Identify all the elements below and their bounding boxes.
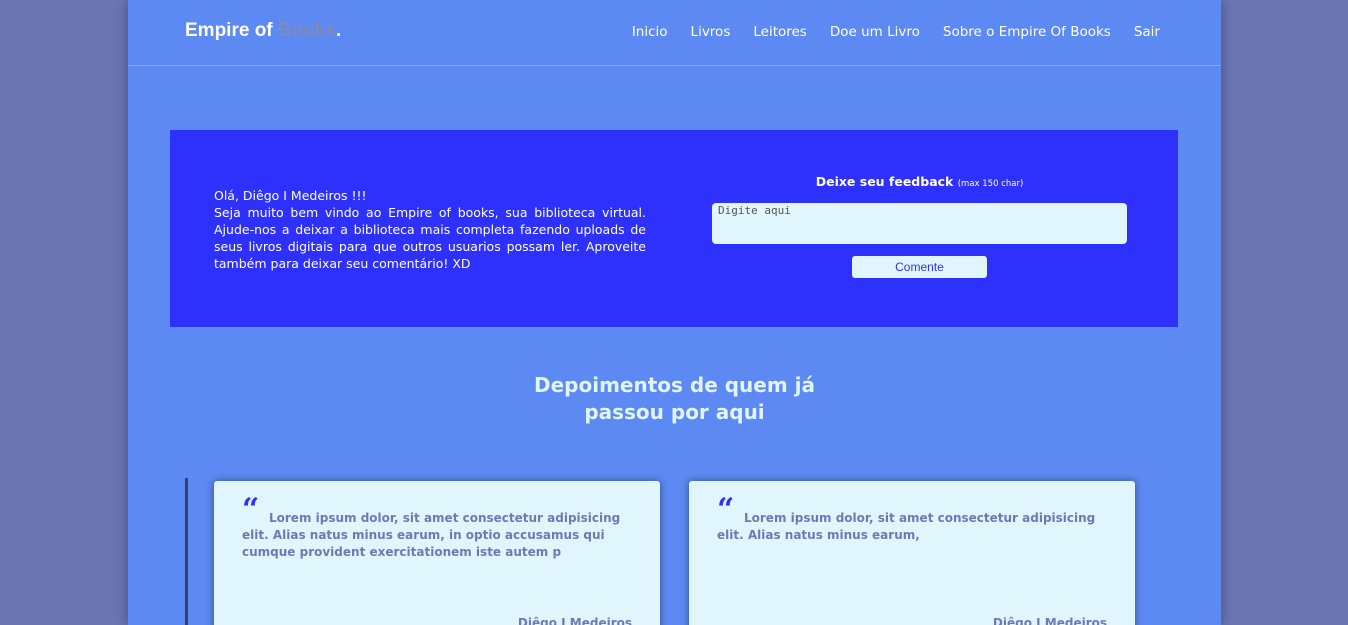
feedback-limit: (max 150 char) <box>957 179 1024 189</box>
testimonial-card: “ Lorem ipsum dolor, sit amet consectetu… <box>214 481 660 625</box>
nav-link-inicio[interactable]: Inicio <box>632 24 668 40</box>
welcome-message: Olá, Diêgo I Medeiros !!! Seja muito bem… <box>214 187 646 272</box>
nav-link-sobre[interactable]: Sobre o Empire Of Books <box>943 24 1111 40</box>
page-container: Empire of Books. Inicio Livros Leitores … <box>128 0 1221 625</box>
brand-suffix: . <box>335 20 342 41</box>
testimonials-title-line1: Depoimentos de quem já <box>533 372 815 397</box>
navbar: Empire of Books. Inicio Livros Leitores … <box>128 0 1221 66</box>
feedback-title-text: Deixe seu feedback <box>815 174 954 189</box>
nav-link-leitores[interactable]: Leitores <box>753 24 807 40</box>
welcome-banner: Olá, Diêgo I Medeiros !!! Seja muito bem… <box>170 130 1178 327</box>
brand-prefix: Empire of <box>185 20 278 41</box>
welcome-text: Seja muito bem vindo ao Empire of books,… <box>214 205 646 271</box>
nav-link-sair[interactable]: Sair <box>1134 24 1160 40</box>
nav-link-doe-um-livro[interactable]: Doe um Livro <box>830 24 920 40</box>
testimonial-text: Lorem ipsum dolor, sit amet consectetur … <box>242 511 621 559</box>
testimonials-title: Depoimentos de quem já passou por aqui <box>128 372 1221 426</box>
feedback-form: Deixe seu feedback (max 150 char) Coment… <box>712 174 1127 278</box>
brand-logo[interactable]: Empire of Books. <box>185 20 341 42</box>
feedback-title: Deixe seu feedback (max 150 char) <box>712 174 1127 189</box>
welcome-greeting: Olá, Diêgo I Medeiros !!! <box>214 188 367 203</box>
testimonial-author: Diêgo I Medeiros <box>992 616 1107 625</box>
nav-link-livros[interactable]: Livros <box>691 24 731 40</box>
testimonial-card: “ Lorem ipsum dolor, sit amet consectetu… <box>689 481 1135 625</box>
testimonial-author: Diêgo I Medeiros <box>517 616 632 625</box>
brand-accent: Books <box>277 20 336 41</box>
carousel-edge <box>185 478 188 625</box>
feedback-textarea[interactable] <box>712 203 1127 244</box>
testimonial-text: Lorem ipsum dolor, sit amet consectetur … <box>717 511 1096 542</box>
comment-button[interactable]: Comente <box>852 256 987 278</box>
main-nav: Inicio Livros Leitores Doe um Livro Sobr… <box>632 24 1160 40</box>
testimonials-title-line2: passou por aqui <box>584 399 765 424</box>
